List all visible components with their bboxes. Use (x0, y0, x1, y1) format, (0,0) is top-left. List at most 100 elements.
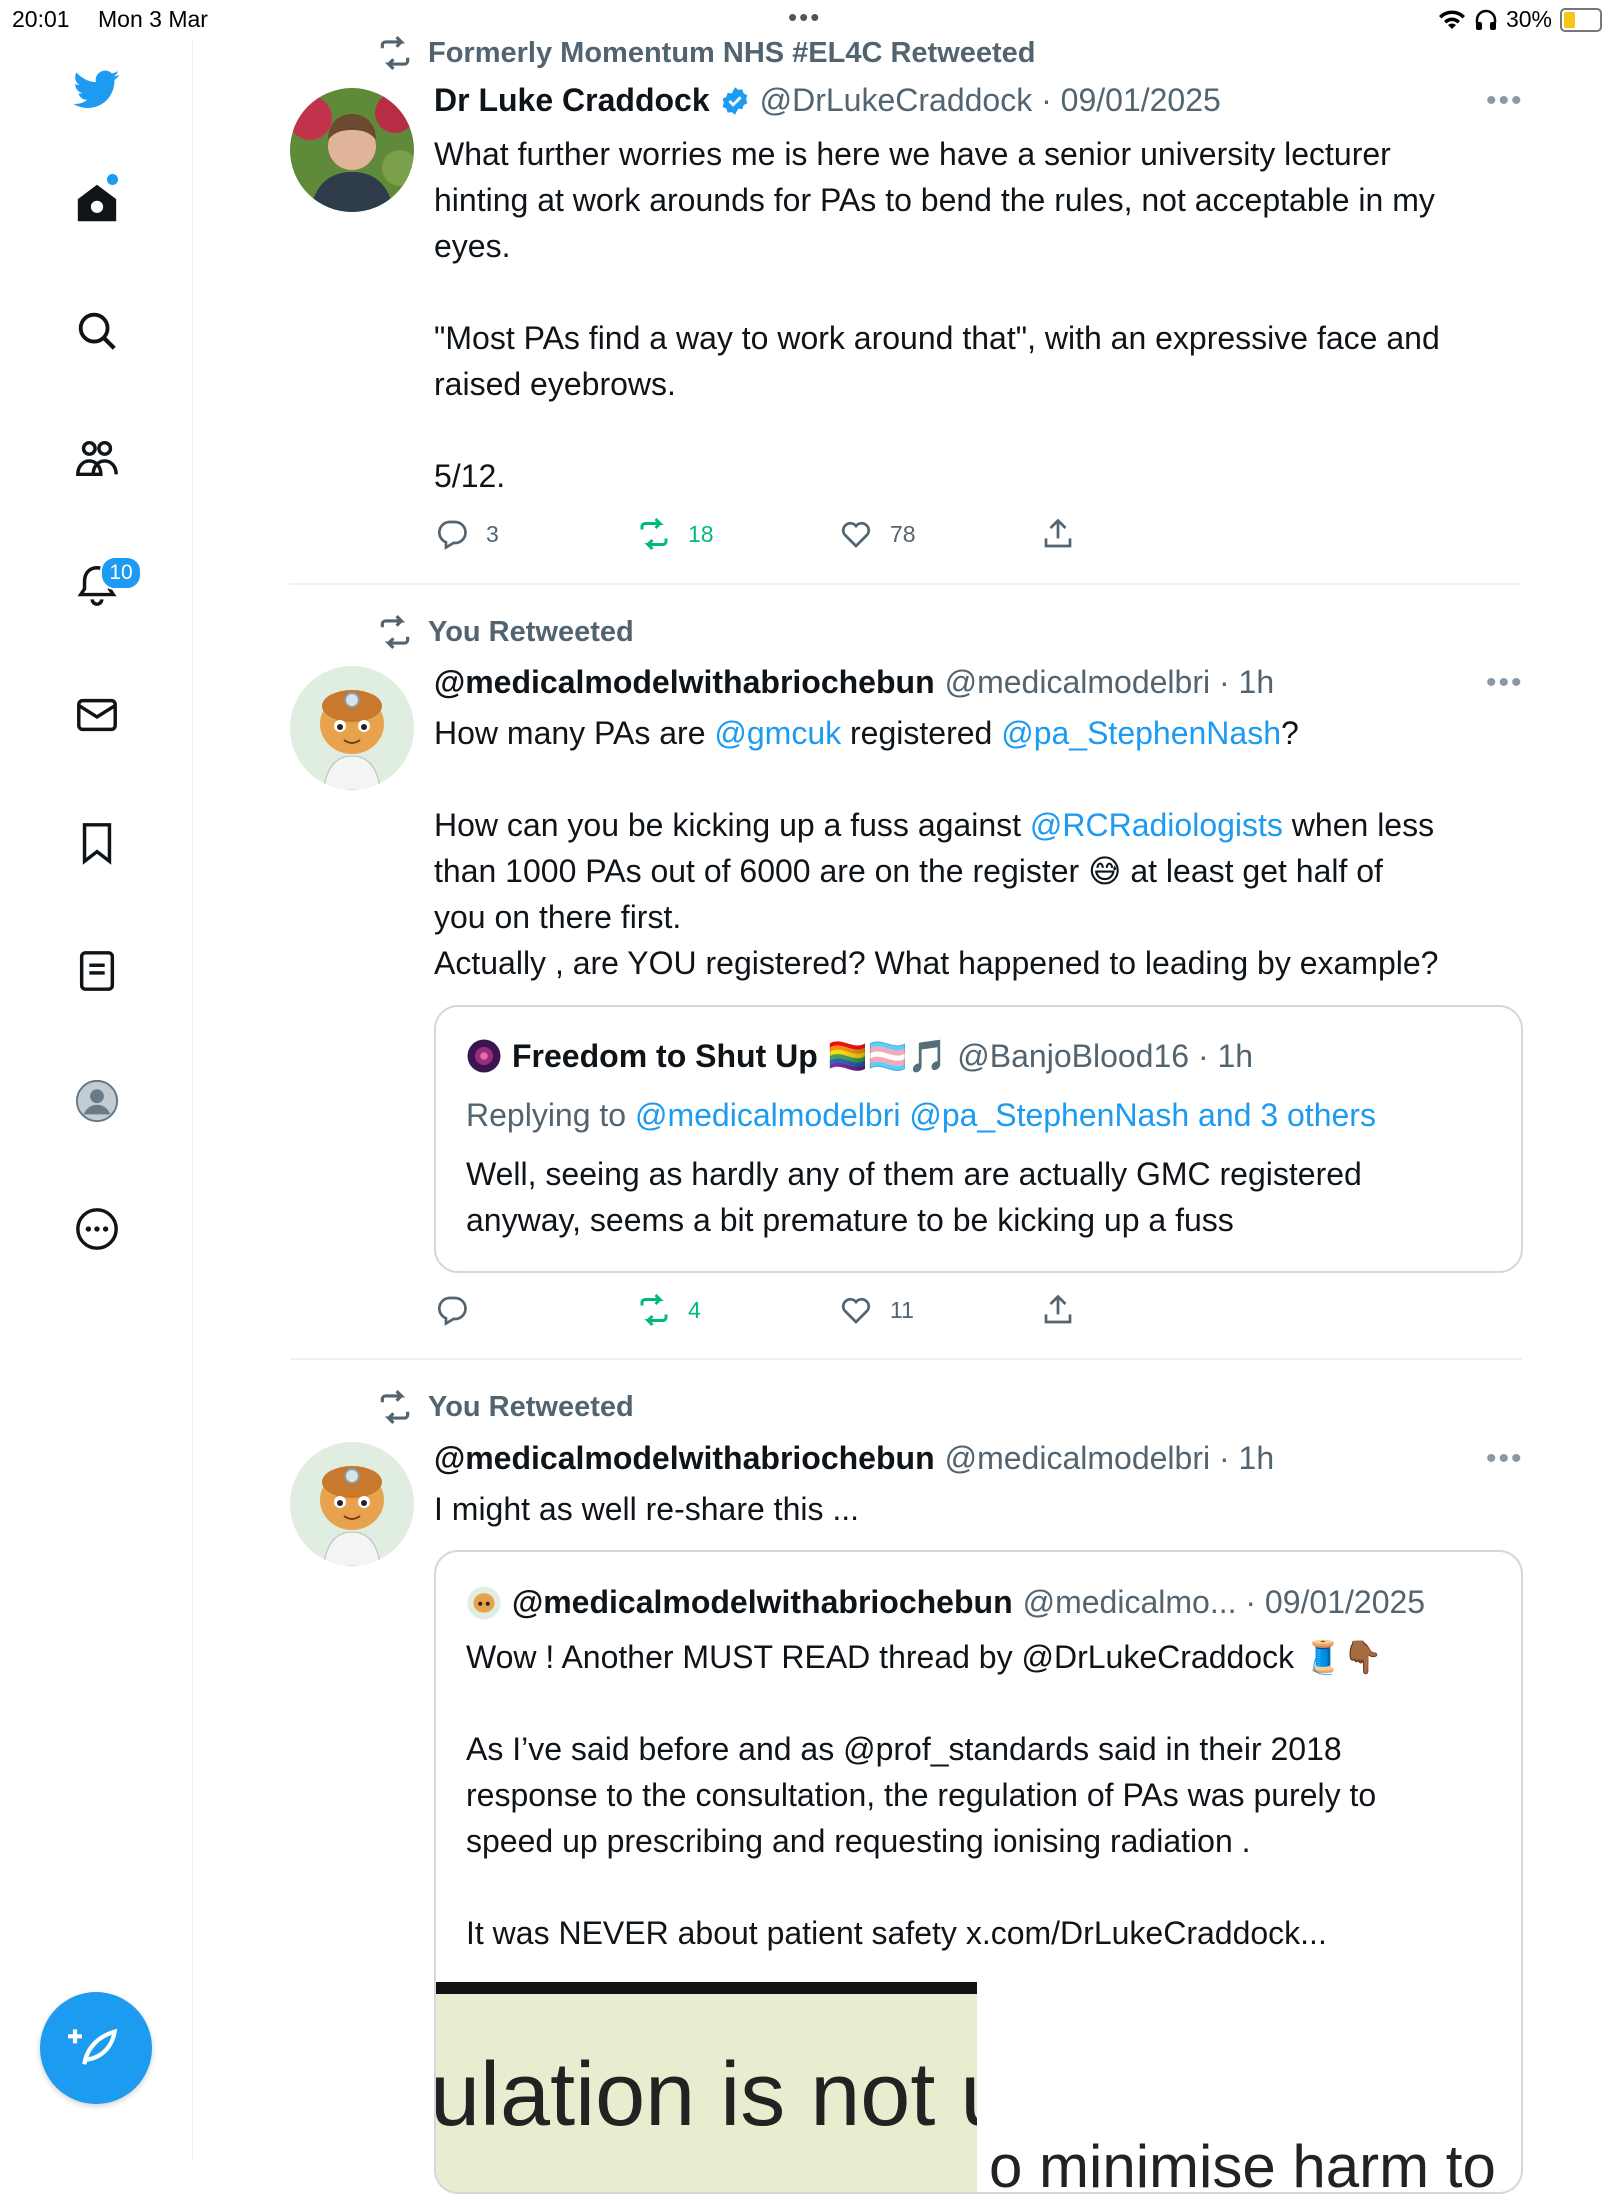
status-right: 30% (1438, 6, 1602, 33)
tweet-actions: 4 11 (434, 1292, 1076, 1328)
like-button[interactable]: 11 (838, 1292, 1040, 1328)
retweet-button[interactable]: 18 (636, 516, 838, 552)
text-span: than 1000 PAs out of 6000 are on the reg… (434, 853, 1089, 889)
communities-icon[interactable] (62, 424, 132, 494)
headphones-icon (1475, 9, 1497, 30)
tweet-divider (290, 1358, 1522, 1360)
author-name[interactable]: @medicalmodelwithabriochebun (434, 664, 935, 701)
retweet-context-label: You Retweeted (428, 615, 634, 648)
tweet-line: I might as well re-share this ... (434, 1491, 860, 1527)
profile-avatar-icon[interactable] (62, 1066, 132, 1136)
notifications-badge: 10 (100, 556, 142, 590)
retweet-count: 18 (688, 520, 714, 547)
twitter-logo-icon[interactable] (62, 54, 132, 124)
avatar[interactable] (466, 1038, 502, 1074)
handle-time[interactable]: @DrLukeCraddock · 09/01/2025 (760, 82, 1221, 119)
status-time: 20:01 (12, 6, 70, 32)
tweet-text: How many PAs are @gmcuk registered @pa_S… (434, 710, 1534, 986)
tweet-line: 5/12. (434, 458, 506, 494)
replying-to-mentions[interactable]: @medicalmodelbri @pa_StephenNash and 3 o… (635, 1097, 1376, 1133)
quoted-handle-time[interactable]: @medicalmo... · 09/01/2025 (1023, 1584, 1425, 1621)
tweet-line: raised eyebrows. (434, 366, 676, 402)
retweet-count: 4 (688, 1296, 701, 1323)
quoted-tweet-header: Freedom to Shut Up 🏳️‍🌈🏳️‍⚧️🎵 @BanjoBloo… (466, 1037, 1253, 1075)
handle-time[interactable]: @medicalmodelbri · 1h (945, 664, 1275, 701)
replying-to-prefix: Replying to (466, 1097, 635, 1133)
heart-icon (841, 1297, 871, 1324)
like-button[interactable]: 78 (838, 516, 1040, 552)
quoted-tweet-text: Wow ! Another MUST READ thread by @DrLuk… (466, 1634, 1496, 1956)
retweet-icon (380, 615, 410, 649)
more-options-icon[interactable] (62, 1194, 132, 1264)
retweet-button[interactable]: 4 (636, 1292, 838, 1328)
quoted-tweet-text: Well, seeing as hardly any of them are a… (466, 1151, 1496, 1243)
quoted-tweet[interactable]: Freedom to Shut Up 🏳️‍🌈🏳️‍⚧️🎵 @BanjoBloo… (434, 1005, 1523, 1273)
like-count: 11 (890, 1296, 914, 1323)
handle-time[interactable]: @medicalmodelbri · 1h (945, 1440, 1275, 1477)
avatar[interactable] (290, 88, 414, 212)
tweet-header: @medicalmodelwithabriochebun @medicalmod… (434, 664, 1274, 701)
tweet-text: I might as well re-share this ... (434, 1486, 1534, 1532)
quoted-author-name[interactable]: Freedom to Shut Up (512, 1038, 818, 1075)
quoted-handle-time[interactable]: @BanjoBlood16 · 1h (957, 1038, 1253, 1075)
image-text: ulation is not u (436, 2045, 977, 2145)
compose-tweet-button[interactable] (40, 1992, 152, 2104)
image-text: o minimise harm to (989, 2133, 1496, 2194)
tweet-actions: 3 18 78 (434, 516, 1076, 552)
tweet-line-blank (466, 1864, 1496, 1910)
tweet-line-blank (434, 269, 1534, 315)
author-name[interactable]: Dr Luke Craddock (434, 82, 710, 119)
retweet-icon (380, 1390, 410, 1424)
mention-link[interactable]: @pa_StephenNash (1001, 715, 1281, 751)
multitasking-dots-icon[interactable]: ••• (788, 2, 821, 33)
lists-icon[interactable] (62, 936, 132, 1006)
quoted-image-right[interactable]: o minimise harm to (979, 1982, 1521, 2194)
avatar[interactable] (466, 1585, 502, 1621)
text-span: How many PAs are (434, 715, 715, 751)
tweet-line: hinting at work arounds for PAs to bend … (434, 182, 1435, 218)
share-icon (1044, 518, 1072, 548)
reply-count: 3 (486, 520, 499, 547)
search-icon[interactable] (62, 296, 132, 366)
tweet-line: eyes. (434, 228, 511, 264)
tweet-line: What further worries me is here we have … (434, 136, 1391, 172)
wifi-icon (1438, 9, 1465, 29)
mention-link[interactable]: @gmcuk (714, 715, 841, 751)
tweet-line: response to the consultation, the regula… (466, 1777, 1377, 1813)
tweet-header: Dr Luke Craddock @DrLukeCraddock · 09/01… (434, 82, 1221, 119)
battery-icon (1560, 7, 1602, 32)
avatar[interactable] (290, 1442, 414, 1566)
retweet-icon (640, 1293, 668, 1327)
tweet-more-icon[interactable]: ••• (1486, 666, 1524, 700)
retweet-context: You Retweeted (376, 1388, 634, 1426)
reply-button[interactable] (434, 1292, 636, 1328)
quoted-image-left[interactable]: ulation is not u (436, 1982, 977, 2192)
author-name[interactable]: @medicalmodelwithabriochebun (434, 1440, 935, 1477)
tweet-line: anyway, seems a bit premature to be kick… (466, 1202, 1234, 1238)
verified-badge-icon (722, 86, 747, 115)
tweet-header: @medicalmodelwithabriochebun @medicalmod… (434, 1440, 1274, 1477)
mention-link[interactable]: @RCRadiologists (1030, 807, 1283, 843)
quoted-tweet[interactable]: @medicalmodelwithabriochebun @medicalmo.… (434, 1550, 1523, 2194)
home-icon[interactable] (62, 168, 132, 238)
text-span: at least get half of (1121, 853, 1383, 889)
tweet-line: than 1000 PAs out of 6000 are on the reg… (434, 848, 1534, 894)
share-button[interactable] (1040, 1292, 1076, 1328)
tweet-line: "Most PAs find a way to work around that… (434, 320, 1440, 356)
bookmarks-icon[interactable] (62, 808, 132, 878)
quoted-author-name[interactable]: @medicalmodelwithabriochebun (512, 1584, 1013, 1621)
tweet-more-icon[interactable]: ••• (1486, 84, 1524, 118)
tweet-line-blank (434, 407, 1534, 453)
tweet-line: As I’ve said before and as @prof_standar… (466, 1731, 1342, 1767)
home-unread-dot (107, 174, 118, 185)
reply-button[interactable]: 3 (434, 516, 636, 552)
quoted-author-emojis: 🏳️‍🌈🏳️‍⚧️🎵 (827, 1038, 948, 1074)
share-button[interactable] (1040, 516, 1076, 552)
tweet-more-icon[interactable]: ••• (1486, 1442, 1524, 1476)
retweet-context: Formerly Momentum NHS #EL4C Retweeted (376, 34, 1036, 72)
avatar[interactable] (290, 666, 414, 790)
messages-envelope-icon[interactable] (62, 680, 132, 750)
retweet-context: You Retweeted (376, 613, 634, 651)
like-count: 78 (890, 520, 916, 547)
battery-percent: 30% (1505, 6, 1552, 32)
